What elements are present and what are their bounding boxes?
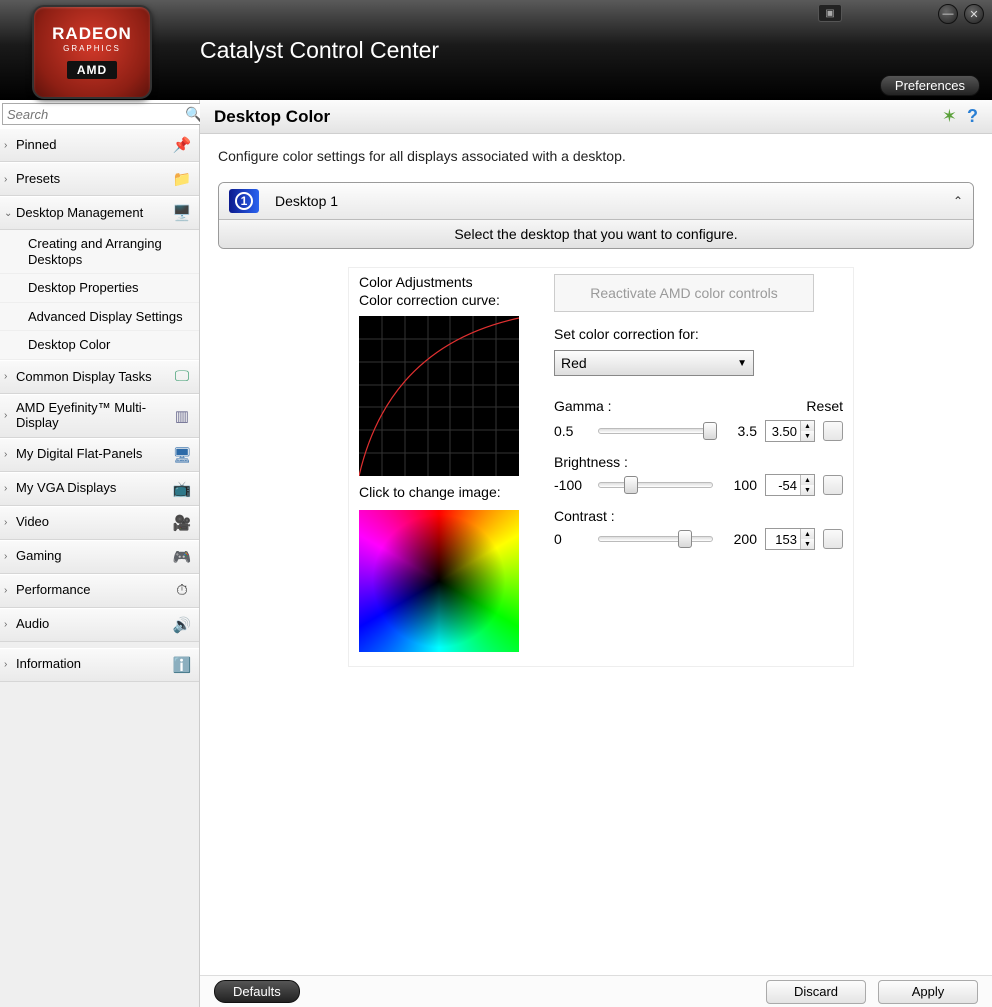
- defaults-button[interactable]: Defaults: [214, 980, 300, 1003]
- nav-vga-displays[interactable]: ›My VGA Displays 📺: [0, 472, 199, 506]
- contrast-min: 0: [554, 531, 590, 547]
- preview-image[interactable]: [359, 510, 519, 652]
- pin-icon: 📌: [171, 135, 193, 155]
- group-title: Color Adjustments: [359, 274, 534, 290]
- contrast-label: Contrast :: [554, 508, 843, 524]
- brightness-spinner[interactable]: ▲▼: [765, 474, 815, 496]
- nav-audio[interactable]: ›Audio 🔊: [0, 608, 199, 642]
- nav-sub-creating-arranging[interactable]: Creating and Arranging Desktops: [0, 230, 199, 274]
- channel-value: Red: [561, 355, 587, 371]
- main-panel: Desktop Color ✶ ? Configure color settin…: [200, 100, 992, 1007]
- page-header: Desktop Color ✶ ?: [200, 100, 992, 134]
- brightness-down[interactable]: ▼: [800, 485, 814, 495]
- channel-select[interactable]: Red ▼: [554, 350, 754, 376]
- tasks-icon: 🖵: [171, 367, 193, 387]
- nav-performance[interactable]: ›Performance ⏱: [0, 574, 199, 608]
- brightness-label: Brightness :: [554, 454, 843, 470]
- nav-desktop-management[interactable]: ⌄Desktop Management 🖥️: [0, 196, 199, 230]
- discard-button[interactable]: Discard: [766, 980, 866, 1004]
- gamma-reset-checkbox[interactable]: [823, 421, 843, 441]
- change-image-label: Click to change image:: [359, 484, 534, 500]
- nav-common-display-tasks[interactable]: ›Common Display Tasks 🖵: [0, 360, 199, 394]
- reset-label: Reset: [806, 398, 843, 414]
- contrast-down[interactable]: ▼: [800, 539, 814, 549]
- desktop-selector-hint: Select the desktop that you want to conf…: [219, 220, 973, 248]
- nav-sub-advanced-display[interactable]: Advanced Display Settings: [0, 303, 199, 332]
- gaming-icon: 🎮: [171, 547, 193, 567]
- info-icon: ℹ️: [171, 655, 193, 675]
- gamma-label: Gamma :: [554, 398, 806, 414]
- brightness-reset-checkbox[interactable]: [823, 475, 843, 495]
- close-button[interactable]: ✕: [964, 4, 984, 24]
- chevron-down-icon: ▼: [737, 358, 747, 369]
- footer: Defaults Discard Apply: [200, 975, 992, 1007]
- set-for-label: Set color correction for:: [554, 326, 843, 342]
- desktop-icon: 🖥️: [171, 203, 193, 223]
- contrast-slider[interactable]: [598, 536, 713, 542]
- share-icon[interactable]: ✶: [942, 106, 957, 127]
- gamma-slider[interactable]: [598, 428, 713, 434]
- sidebar: 🔍 « ›Pinned 📌 ›Presets 📁 ⌄Desktop Manage…: [0, 100, 200, 1007]
- search-box[interactable]: 🔍: [2, 103, 207, 125]
- presets-icon: 📁: [171, 169, 193, 189]
- gamma-down[interactable]: ▼: [800, 431, 814, 441]
- logo-line1: RADEON: [52, 25, 132, 42]
- logo-line2: GRAPHICS: [63, 44, 121, 53]
- curve-label: Color correction curve:: [359, 292, 534, 308]
- nav-video[interactable]: ›Video 🎥: [0, 506, 199, 540]
- audio-icon: 🔊: [171, 615, 193, 635]
- search-input[interactable]: [7, 107, 185, 122]
- window-controls: ▣ — ✕: [818, 4, 984, 24]
- contrast-reset-checkbox[interactable]: [823, 529, 843, 549]
- color-adjustments-panel: Color Adjustments Color correction curve…: [348, 267, 854, 667]
- page-description: Configure color settings for all display…: [218, 148, 974, 164]
- brand-logo: RADEON GRAPHICS AMD: [32, 5, 152, 99]
- app-header: RADEON GRAPHICS AMD Catalyst Control Cen…: [0, 0, 992, 100]
- logo-brand: AMD: [67, 61, 117, 79]
- nav-flat-panels[interactable]: ›My Digital Flat-Panels 🖥: [0, 438, 199, 472]
- nav-sub-desktop-properties[interactable]: Desktop Properties: [0, 274, 199, 303]
- nav-gaming[interactable]: ›Gaming 🎮: [0, 540, 199, 574]
- video-icon: 🎥: [171, 513, 193, 533]
- help-icon[interactable]: ?: [967, 106, 978, 127]
- brightness-value[interactable]: [766, 475, 800, 495]
- contrast-spinner[interactable]: ▲▼: [765, 528, 815, 550]
- minimize-button[interactable]: —: [938, 4, 958, 24]
- curve-svg: [359, 316, 519, 476]
- performance-icon: ⏱: [171, 581, 193, 601]
- nav-eyefinity[interactable]: ›AMD Eyefinity™ Multi-Display ▥: [0, 394, 199, 438]
- vga-icon: 📺: [171, 479, 193, 499]
- app-title: Catalyst Control Center: [200, 37, 439, 64]
- nav-tree: ›Pinned 📌 ›Presets 📁 ⌄Desktop Management…: [0, 128, 199, 1007]
- panel-icon: 🖥: [171, 445, 193, 465]
- chevron-up-icon: ⌃: [953, 194, 963, 208]
- reactivate-button[interactable]: Reactivate AMD color controls: [554, 274, 814, 312]
- contrast-max: 200: [721, 531, 757, 547]
- contrast-value[interactable]: [766, 529, 800, 549]
- page-title: Desktop Color: [214, 107, 932, 127]
- brightness-max: 100: [721, 477, 757, 493]
- brightness-slider[interactable]: [598, 482, 713, 488]
- gamma-value[interactable]: [766, 421, 800, 441]
- preferences-button[interactable]: Preferences: [880, 75, 980, 96]
- gamma-max: 3.5: [721, 423, 757, 439]
- gamma-up[interactable]: ▲: [800, 421, 814, 431]
- brightness-up[interactable]: ▲: [800, 475, 814, 485]
- eyefinity-icon: ▥: [171, 406, 193, 426]
- gamma-min: 0.5: [554, 423, 590, 439]
- apply-button[interactable]: Apply: [878, 980, 978, 1004]
- desktop-selector-label: Desktop 1: [275, 193, 953, 209]
- gamma-spinner[interactable]: ▲▼: [765, 420, 815, 442]
- nav-pinned[interactable]: ›Pinned 📌: [0, 128, 199, 162]
- color-curve-preview: /* grid drawn below via JS for brevity *…: [359, 316, 519, 476]
- contrast-up[interactable]: ▲: [800, 529, 814, 539]
- desktop-badge: 1: [229, 189, 259, 213]
- pin-window-button[interactable]: ▣: [818, 4, 842, 22]
- nav-information[interactable]: ›Information ℹ️: [0, 648, 199, 682]
- brightness-min: -100: [554, 477, 590, 493]
- desktop-selector[interactable]: 1 Desktop 1 ⌃ Select the desktop that yo…: [218, 182, 974, 249]
- nav-sub-desktop-color[interactable]: Desktop Color: [0, 331, 199, 360]
- nav-presets[interactable]: ›Presets 📁: [0, 162, 199, 196]
